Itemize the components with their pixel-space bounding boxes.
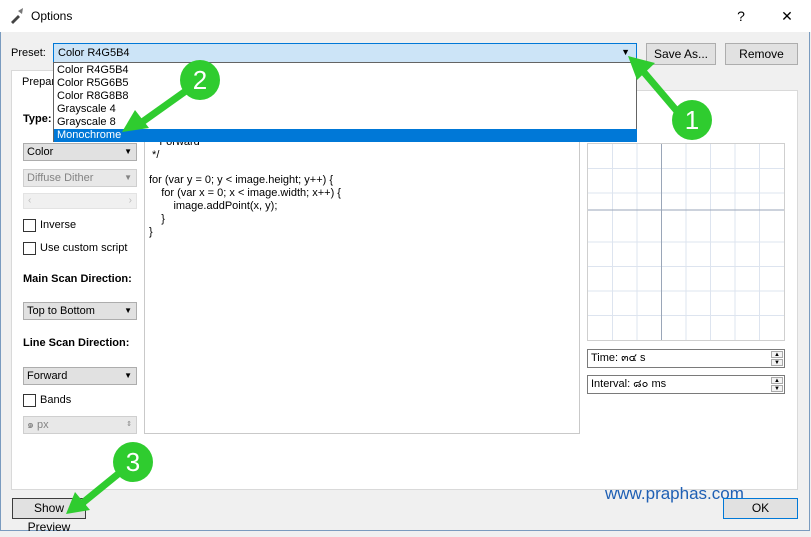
marker-1: 1 xyxy=(672,100,712,140)
marker-3: 3 xyxy=(113,442,153,482)
marker-2: 2 xyxy=(180,60,220,100)
arrow-2 xyxy=(134,84,194,129)
arrow-1 xyxy=(638,66,680,114)
arrow-3 xyxy=(76,466,127,509)
